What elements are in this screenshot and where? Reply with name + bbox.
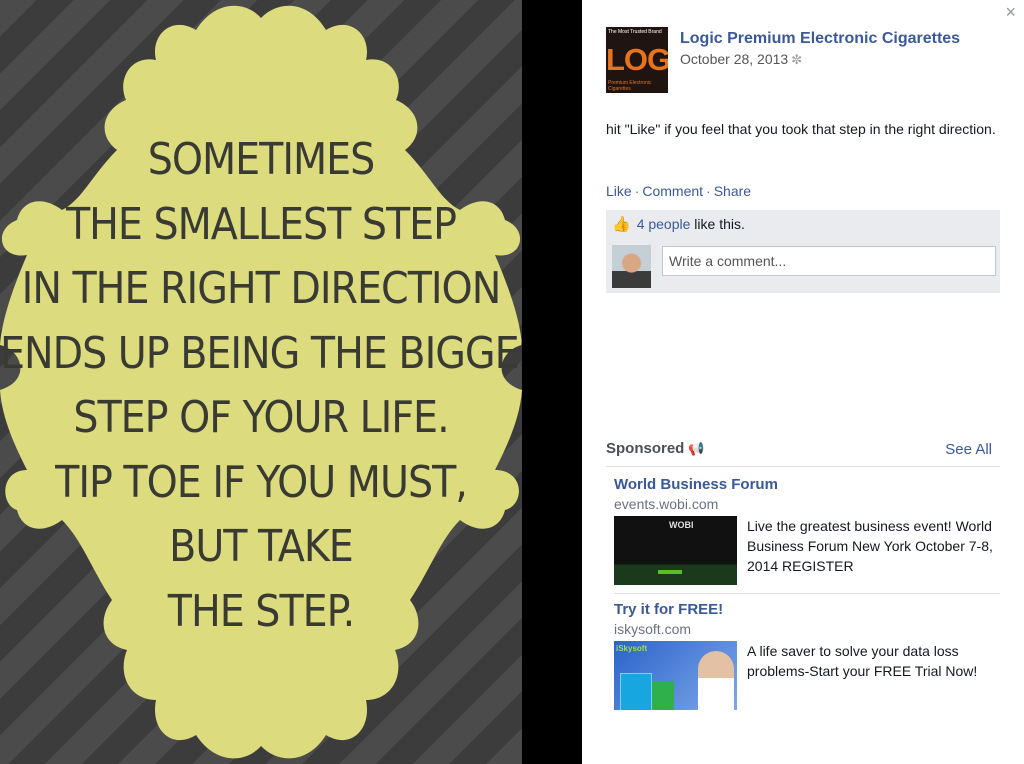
quote-line: BUT TAKE xyxy=(169,521,354,572)
quote-line: ENDS UP BEING THE BIGGEST xyxy=(0,327,522,379)
ad-image-brand: WOBI xyxy=(669,520,694,530)
sponsored-title: Sponsored 📢 xyxy=(606,440,705,457)
page-name-link[interactable]: Logic Premium Electronic Cigarettes xyxy=(680,30,960,48)
ad-image[interactable]: iSkysoft xyxy=(614,641,737,710)
quote-line: IN THE RIGHT DIRECTION xyxy=(21,263,502,314)
logo-wordmark: LOGIC xyxy=(606,42,668,77)
megaphone-icon: 📢 xyxy=(688,441,705,456)
photo-viewer: SOMETIMES THE SMALLEST STEP IN THE RIGHT… xyxy=(0,0,580,764)
share-link[interactable]: Share xyxy=(714,183,751,199)
ad-title-link[interactable]: Try it for FREE! xyxy=(614,601,723,618)
page-avatar[interactable]: The Most Trusted Brand LOGIC Premium Ele… xyxy=(606,27,668,93)
avatar[interactable] xyxy=(612,245,651,288)
like-link[interactable]: Like xyxy=(606,183,632,199)
likers-link[interactable]: 4 people xyxy=(637,216,691,232)
ad-item: Try it for FREE! iskysoft.com iSkysoft A… xyxy=(614,601,1000,741)
post-caption: hit "Like" if you feel that you took tha… xyxy=(606,121,996,137)
logo-tagline: The Most Trusted Brand xyxy=(608,29,662,35)
sponsored-header: Sponsored 📢 See All xyxy=(606,440,1000,467)
post-timestamp: October 28, 2013 ✼ xyxy=(680,51,802,68)
ad-domain: events.wobi.com xyxy=(614,496,719,512)
post-date-text[interactable]: October 28, 2013 xyxy=(680,51,788,67)
quote-line: THE STEP. xyxy=(167,585,355,637)
ad-domain: iskysoft.com xyxy=(614,621,692,637)
likes-summary: 👍 4 people like this. xyxy=(612,215,745,233)
ad-body: A life saver to solve your data loss pro… xyxy=(747,643,978,679)
logo-subtitle: Premium Electronic Cigarettes xyxy=(608,80,652,92)
ad-item: World Business Forum events.wobi.com WOB… xyxy=(614,476,1000,596)
likes-suffix: like this. xyxy=(694,216,745,232)
person-image xyxy=(698,651,734,710)
sponsored-label: Sponsored xyxy=(606,440,685,457)
software-box-image xyxy=(652,681,674,710)
quote-line: SOMETIMES xyxy=(147,134,376,185)
audience-icon[interactable]: ✼ xyxy=(791,52,802,67)
ad-image[interactable]: WOBI xyxy=(614,516,737,585)
close-icon[interactable]: × xyxy=(1005,2,1016,23)
comment-link[interactable]: Comment xyxy=(642,183,703,199)
ad-body: Live the greatest business event! World … xyxy=(747,518,993,574)
comment-input[interactable] xyxy=(662,246,996,276)
quote-text: SOMETIMES THE SMALLEST STEP IN THE RIGHT… xyxy=(0,128,522,644)
separator: · xyxy=(634,183,640,199)
divider xyxy=(614,593,1000,594)
quote-image[interactable]: SOMETIMES THE SMALLEST STEP IN THE RIGHT… xyxy=(0,0,522,764)
quote-line: THE SMALLEST STEP xyxy=(65,198,457,250)
ufi-box: 👍 4 people like this. xyxy=(606,210,1000,293)
thumbs-up-icon: 👍 xyxy=(612,216,631,233)
quote-line: STEP OF YOUR LIFE. xyxy=(73,392,449,443)
ad-image-button xyxy=(658,570,682,574)
ad-title-link[interactable]: World Business Forum xyxy=(614,476,778,493)
see-all-link[interactable]: See All xyxy=(945,441,992,458)
separator: · xyxy=(706,183,711,199)
photo-sidebar: × The Most Trusted Brand LOGIC Premium E… xyxy=(582,0,1024,764)
quote-line: TIP TOE IF YOU MUST, xyxy=(55,456,468,508)
software-box-image xyxy=(620,673,652,710)
post-actions: Like · Comment · Share xyxy=(606,183,751,199)
ad-image-brand: iSkysoft xyxy=(616,644,648,653)
